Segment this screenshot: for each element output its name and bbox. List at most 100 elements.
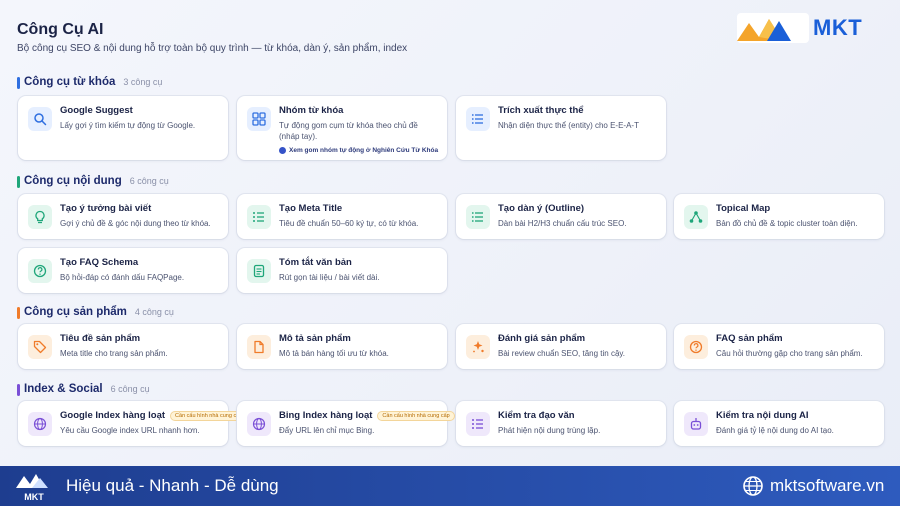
page-subtitle: Bộ công cụ SEO & nội dung hỗ trợ toàn bộ… [17,43,408,54]
tool-description: Yêu cầu Google index URL nhanh hơn. [60,426,200,435]
tool-name: Bing Index hàng loạt [279,410,373,421]
tool-name: Tạo Meta Title [279,203,343,214]
help-icon [684,335,708,359]
tool-name: Topical Map [716,203,771,214]
tool-name: Tạo dàn ý (Outline) [498,203,585,214]
checklist-icon [466,412,490,436]
globe-icon [247,412,271,436]
section-title: Công cụ nội dung [24,175,122,187]
tool-description: Dàn bài H2/H3 chuẩn cấu trúc SEO. [498,219,627,228]
tool-description: Meta title cho trang sản phẩm. [60,349,168,358]
keyword-research-link[interactable]: Xem gom nhóm tự động ở Nghiên Cứu Từ Khó… [279,147,438,154]
tool-card-meta-title[interactable]: Tạo Meta Title Tiêu đề chuẩn 50–60 ký tự… [237,194,447,239]
tool-description: Đẩy URL lên chỉ mục Bing. [279,426,375,435]
tool-name: Tóm tắt văn bản [279,257,352,268]
tool-name: Kiểm tra đạo văn [498,410,575,421]
tool-card-article-ideas[interactable]: Tạo ý tưởng bài viết Gợi ý chủ đề & góc … [18,194,228,239]
tool-description: Rút gọn tài liệu / bài viết dài. [279,273,380,282]
search-icon [28,107,52,131]
lightbulb-icon [28,205,52,229]
section-count: 4 công cụ [134,307,174,317]
network-icon [684,205,708,229]
section-content-tools: Công cụ nội dung 6 công cụ [17,175,169,188]
footer-banner: MKT Hiệu quả - Nhanh - Dễ dùng mktsoftwa… [0,466,900,506]
tool-description: Tự động gom cụm từ khóa theo chủ đề (nhá… [279,121,418,141]
tool-description: Nhận diện thực thể (entity) cho E-E-A-T [498,121,639,130]
section-count: 3 công cụ [123,77,163,87]
tool-card-plagiarism-check[interactable]: Kiểm tra đạo văn Phát hiện nội dung trùn… [456,401,666,446]
section-accent-bar [17,77,20,89]
config-required-badge: Cần cấu hình nhà cung cấp [170,410,248,421]
section-title: Index & Social [24,383,103,395]
tool-description: Mô tả bán hàng tối ưu từ khóa. [279,349,389,358]
tool-description: Câu hỏi thường gặp cho trang sản phẩm. [716,349,863,358]
tool-card-product-faq[interactable]: FAQ sản phẩm Câu hỏi thường gặp cho tran… [674,324,884,369]
section-count: 6 công cụ [129,176,169,186]
footer-website[interactable]: mktsoftware.vn [770,476,884,496]
footer-slogan: Hiệu quả - Nhanh - Dễ dùng [66,476,279,495]
logo-text: MKT [813,15,863,40]
note-text: Xem gom nhóm tự động ở Nghiên Cứu Từ Khó… [289,147,439,154]
section-accent-bar [17,384,20,396]
question-icon [28,259,52,283]
tool-card-topical-map[interactable]: Topical Map Bản đồ chủ đề & topic cluste… [674,194,884,239]
file-icon [247,335,271,359]
website-globe-icon [743,476,763,496]
tool-card-outline[interactable]: Tạo dàn ý (Outline) Dàn bài H2/H3 chuẩn … [456,194,666,239]
tool-description: Phát hiện nội dung trùng lặp. [498,426,601,435]
tool-card-product-review[interactable]: Đánh giá sản phẩm Bài review chuẩn SEO, … [456,324,666,369]
tool-name: Kiểm tra nội dung AI [716,410,809,421]
section-keyword-tools: Công cụ từ khóa 3 công cụ [17,76,163,89]
tool-description: Gợi ý chủ đề & góc nội dung theo từ khóa… [60,219,211,228]
info-dot-icon [279,147,286,154]
tool-card-product-title[interactable]: Tiêu đề sản phẩm Meta title cho trang sả… [18,324,228,369]
tool-description: Bản đồ chủ đề & topic cluster toàn diện. [716,219,858,228]
checklist-icon [247,205,271,229]
tool-name: Google Index hàng loạt [60,410,166,421]
tool-card-google-suggest[interactable]: Google Suggest Lấy gợi ý tìm kiếm tự độn… [18,96,228,160]
brand-logo: MKT [733,8,885,48]
tool-name: Nhóm từ khóa [279,105,344,116]
tool-card-keyword-grouping[interactable]: Nhóm từ khóa Tự động gom cụm từ khóa the… [237,96,447,160]
tool-description: Tiêu đề chuẩn 50–60 ký tự, có từ khóa. [279,219,419,228]
section-accent-bar [17,307,20,319]
tool-name: Tạo FAQ Schema [60,257,139,268]
tool-card-text-summary[interactable]: Tóm tắt văn bản Rút gọn tài liệu / bài v… [237,248,447,293]
document-icon [247,259,271,283]
tool-name: FAQ sản phẩm [716,333,783,344]
tool-name: Trích xuất thực thể [498,105,584,116]
tool-name: Tạo ý tưởng bài viết [60,203,152,214]
mkt-footer-logo-icon: MKT [16,474,48,502]
tool-name: Mô tả sản phẩm [279,333,351,344]
section-count: 6 công cụ [110,384,150,394]
tool-name: Tiêu đề sản phẩm [60,333,141,344]
tool-card-bing-index[interactable]: Bing Index hàng loạt Cần cấu hình nhà cu… [237,401,455,446]
tool-card-entity-extraction[interactable]: Trích xuất thực thể Nhận diện thực thể (… [456,96,666,160]
section-title: Công cụ sản phẩm [24,306,127,318]
tool-description: Lấy gợi ý tìm kiếm tự động từ Google. [60,121,196,130]
section-accent-bar [17,176,20,188]
outline-icon [466,205,490,229]
tag-icon [28,335,52,359]
tool-name: Google Suggest [60,105,133,116]
page-title: Công Cụ AI [17,21,104,38]
config-required-badge: Cần cấu hình nhà cung cấp [377,410,455,421]
tool-card-product-description[interactable]: Mô tả sản phẩm Mô tả bán hàng tối ưu từ … [237,324,447,369]
tool-card-faq-schema[interactable]: Tạo FAQ Schema Bộ hỏi-đáp có đánh dấu FA… [18,248,228,293]
mkt-logo-mark-icon [737,13,809,43]
list-icon [466,107,490,131]
tool-card-google-index[interactable]: Google Index hàng loạt Cần cấu hình nhà … [18,401,248,446]
section-title: Công cụ từ khóa [24,76,116,88]
globe-icon [28,412,52,436]
robot-icon [684,412,708,436]
footer-logo-text: MKT [24,492,44,502]
sparkle-icon [466,335,490,359]
grid-icon [247,107,271,131]
tool-card-ai-content-check[interactable]: Kiểm tra nội dung AI Đánh giá tỷ lệ nội … [674,401,884,446]
tool-name: Đánh giá sản phẩm [498,333,586,344]
section-product-tools: Công cụ sản phẩm 4 công cụ [17,306,174,319]
tool-description: Đánh giá tỷ lệ nội dung do AI tạo. [716,426,834,435]
section-index-social: Index & Social 6 công cụ [17,383,150,396]
tool-description: Bộ hỏi-đáp có đánh dấu FAQPage. [60,273,185,282]
tool-description: Bài review chuẩn SEO, tăng tin cậy. [498,349,626,358]
